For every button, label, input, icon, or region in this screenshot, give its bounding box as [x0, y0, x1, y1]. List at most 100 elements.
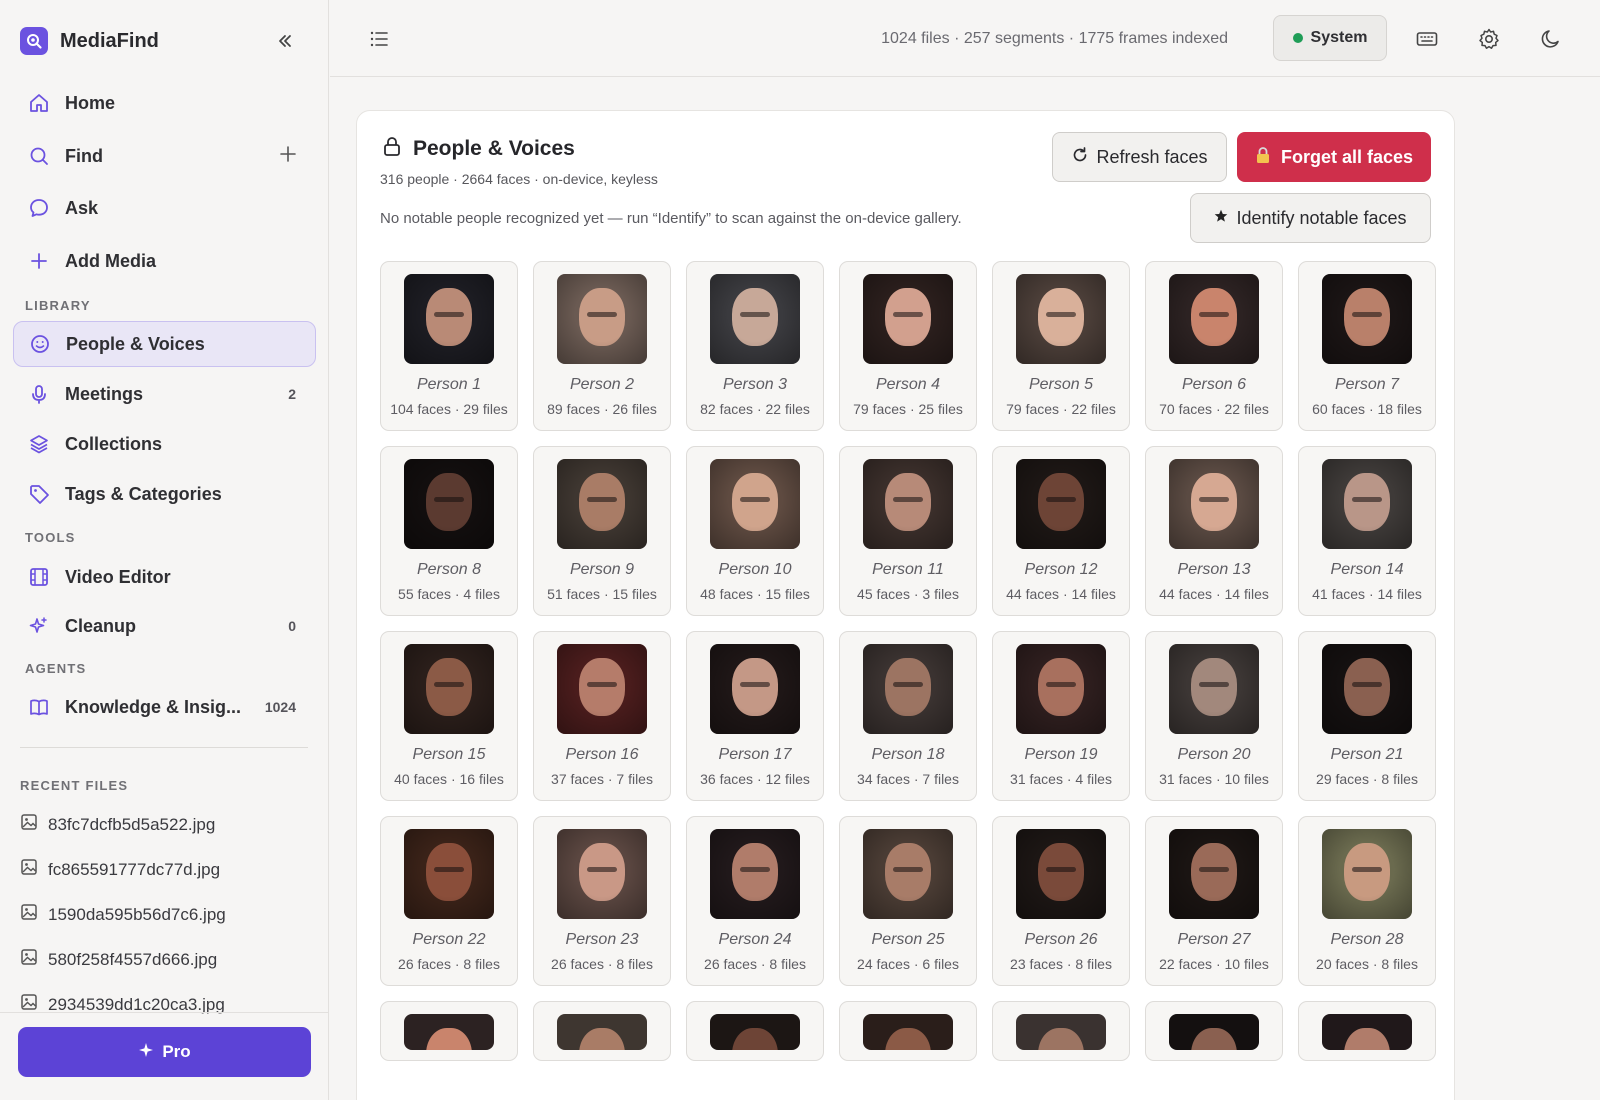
person-card[interactable]: Person 22 26 faces · 8 files — [380, 816, 518, 986]
nav-find[interactable]: Find — [13, 133, 316, 179]
person-card[interactable]: Person 18 34 faces · 7 files — [839, 631, 977, 801]
person-card[interactable] — [839, 1001, 977, 1061]
person-card[interactable]: Person 26 23 faces · 8 files — [992, 816, 1130, 986]
person-card[interactable]: Person 1 104 faces · 29 files — [380, 261, 518, 431]
pro-upgrade-button[interactable]: Pro — [18, 1027, 311, 1077]
person-card[interactable] — [380, 1001, 518, 1061]
person-face-count: 22 faces · 10 files — [1159, 956, 1269, 972]
person-card[interactable]: Person 2 89 faces · 26 files — [533, 261, 671, 431]
brand[interactable]: MediaFind — [20, 27, 159, 55]
person-card[interactable]: Person 11 45 faces · 3 files — [839, 446, 977, 616]
identify-notable-faces-label: Identify notable faces — [1236, 207, 1407, 228]
person-card[interactable]: Person 21 29 faces · 8 files — [1298, 631, 1436, 801]
person-name: Person 1 — [416, 376, 482, 393]
face-thumbnail — [863, 274, 953, 364]
person-card[interactable]: Person 16 37 faces · 7 files — [533, 631, 671, 801]
face-thumbnail — [1016, 1014, 1106, 1050]
library-section-label: LIBRARY — [25, 298, 91, 313]
cleanup-count-badge: 0 — [288, 618, 296, 634]
person-name: Person 8 — [416, 561, 482, 578]
person-card[interactable] — [992, 1001, 1130, 1061]
person-card[interactable]: Person 6 70 faces · 22 files — [1145, 261, 1283, 431]
person-card[interactable]: Person 3 82 faces · 22 files — [686, 261, 824, 431]
person-name: Person 21 — [1330, 746, 1404, 763]
nav-tags-categories[interactable]: Tags & Categories — [13, 471, 316, 517]
person-card[interactable]: Person 25 24 faces · 6 files — [839, 816, 977, 986]
status-dot — [1292, 33, 1303, 43]
person-face-count: 31 faces · 10 files — [1159, 771, 1269, 787]
face-thumbnail — [710, 829, 800, 919]
person-card[interactable]: Person 17 36 faces · 12 files — [686, 631, 824, 801]
person-name: Person 6 — [1181, 376, 1247, 393]
recent-file-item[interactable]: 580f258f4557d666.jpg — [20, 948, 217, 971]
nav-add-media[interactable]: Add Media — [13, 238, 316, 284]
person-name: Person 27 — [1177, 931, 1251, 948]
pro-button-label: Pro — [162, 1042, 191, 1061]
person-card[interactable]: Person 24 26 faces · 8 files — [686, 816, 824, 986]
recent-file-item[interactable]: 1590da595b56d7c6.jpg — [20, 903, 226, 926]
person-face-count: 24 faces · 6 files — [857, 956, 959, 972]
person-card[interactable]: Person 13 44 faces · 14 files — [1145, 446, 1283, 616]
film-icon — [27, 565, 51, 589]
layers-icon — [27, 432, 51, 456]
keyboard-shortcuts-button[interactable] — [1413, 25, 1441, 53]
system-status-button[interactable]: System — [1273, 15, 1387, 61]
person-name: Person 14 — [1330, 561, 1404, 578]
person-card[interactable] — [533, 1001, 671, 1061]
face-thumbnail — [1169, 459, 1259, 549]
nav-add-media-label: Add Media — [65, 250, 157, 271]
person-card[interactable] — [1298, 1001, 1436, 1061]
nav-ask[interactable]: Ask — [13, 185, 316, 231]
nav-ask-label: Ask — [65, 197, 99, 218]
person-name: Person 23 — [565, 931, 639, 948]
person-name: Person 28 — [1330, 931, 1404, 948]
person-card[interactable] — [686, 1001, 824, 1061]
person-card[interactable]: Person 4 79 faces · 25 files — [839, 261, 977, 431]
nav-people-voices[interactable]: People & Voices — [13, 321, 316, 367]
face-thumbnail — [710, 1014, 800, 1050]
person-name: Person 18 — [871, 746, 945, 763]
person-card[interactable]: Person 23 26 faces · 8 files — [533, 816, 671, 986]
person-card[interactable] — [1145, 1001, 1283, 1061]
face-thumbnail — [404, 274, 494, 364]
person-face-count: 89 faces · 26 files — [547, 401, 657, 417]
person-card[interactable]: Person 9 51 faces · 15 files — [533, 446, 671, 616]
nav-cleanup[interactable]: Cleanup 0 — [13, 603, 316, 649]
face-thumbnail — [1169, 1014, 1259, 1050]
person-card[interactable]: Person 10 48 faces · 15 files — [686, 446, 824, 616]
face-thumbnail — [1322, 829, 1412, 919]
recent-file-item[interactable]: fc865591777dc77d.jpg — [20, 858, 220, 881]
person-card[interactable]: Person 14 41 faces · 14 files — [1298, 446, 1436, 616]
new-find-plus-icon[interactable] — [278, 144, 298, 169]
person-card[interactable]: Person 19 31 faces · 4 files — [992, 631, 1130, 801]
menu-toggle-button[interactable] — [366, 26, 392, 52]
settings-button[interactable] — [1475, 25, 1503, 53]
nav-collections[interactable]: Collections — [13, 421, 316, 467]
person-card[interactable]: Person 15 40 faces · 16 files — [380, 631, 518, 801]
nav-video-editor[interactable]: Video Editor — [13, 554, 316, 600]
person-face-count: 34 faces · 7 files — [857, 771, 959, 787]
nav-video-editor-label: Video Editor — [65, 566, 171, 587]
theme-toggle-button[interactable] — [1537, 25, 1565, 53]
face-thumbnail — [1169, 644, 1259, 734]
identify-notable-faces-button[interactable]: Identify notable faces — [1190, 193, 1431, 243]
person-card[interactable]: Person 20 31 faces · 10 files — [1145, 631, 1283, 801]
face-thumbnail — [1322, 274, 1412, 364]
person-card[interactable]: Person 8 55 faces · 4 files — [380, 446, 518, 616]
person-face-count: 79 faces · 25 files — [853, 401, 963, 417]
recent-file-item[interactable]: 83fc7dcfb5d5a522.jpg — [20, 813, 215, 836]
nav-home[interactable]: Home — [13, 80, 316, 126]
person-card[interactable]: Person 28 20 faces · 8 files — [1298, 816, 1436, 986]
person-card[interactable]: Person 7 60 faces · 18 files — [1298, 261, 1436, 431]
knowledge-count-badge: 1024 — [264, 699, 296, 715]
person-card[interactable]: Person 5 79 faces · 22 files — [992, 261, 1130, 431]
meetings-count-badge: 2 — [288, 386, 296, 402]
person-card[interactable]: Person 12 44 faces · 14 files — [992, 446, 1130, 616]
person-card[interactable]: Person 27 22 faces · 10 files — [1145, 816, 1283, 986]
collapse-sidebar-button[interactable] — [272, 28, 298, 54]
forget-all-faces-button[interactable]: Forget all faces — [1237, 132, 1431, 182]
nav-meetings[interactable]: Meetings 2 — [13, 371, 316, 417]
nav-knowledge-insights[interactable]: Knowledge & Insig... 1024 — [13, 684, 316, 730]
person-face-count: 23 faces · 8 files — [1010, 956, 1112, 972]
refresh-faces-button[interactable]: Refresh faces — [1052, 132, 1227, 182]
